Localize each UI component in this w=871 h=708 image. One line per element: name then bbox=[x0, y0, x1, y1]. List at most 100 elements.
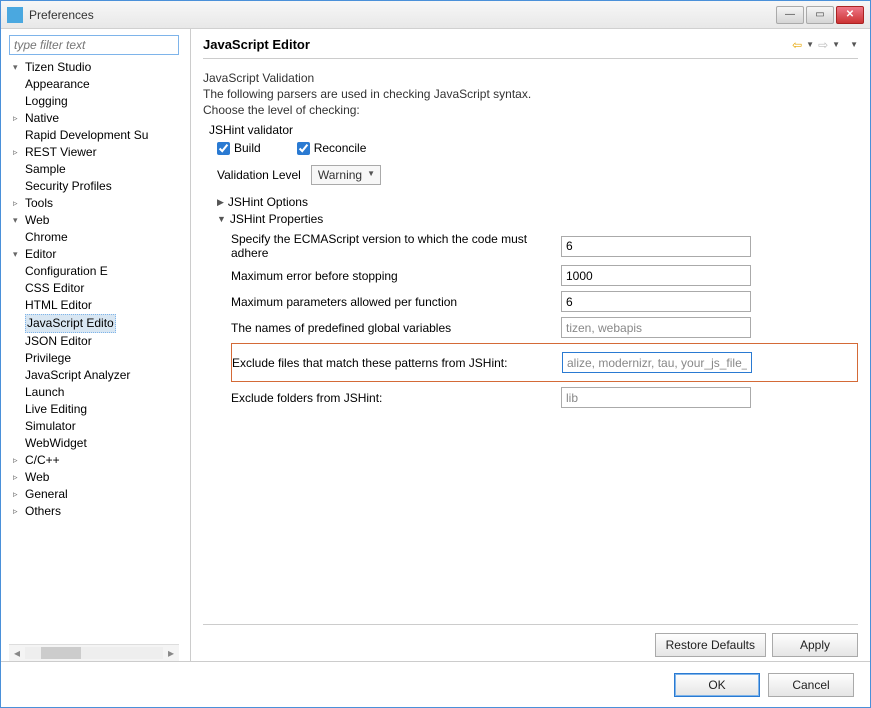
tree-item[interactable]: Live Editing bbox=[9, 401, 190, 418]
tree-item[interactable]: Sample bbox=[9, 161, 190, 178]
tree-item-label: Tizen Studio bbox=[25, 59, 91, 76]
tree-item[interactable]: Logging bbox=[9, 93, 190, 110]
chevron-right-icon: ▶ bbox=[217, 197, 224, 208]
exclude-files-row: Exclude files that match these patterns … bbox=[232, 352, 857, 373]
tree-item[interactable]: ▹Native bbox=[9, 110, 190, 127]
tree-item[interactable]: Configuration E bbox=[9, 263, 190, 280]
tree-item[interactable]: ▾Editor bbox=[9, 246, 190, 263]
ecma-input[interactable] bbox=[561, 236, 751, 257]
window-title: Preferences bbox=[29, 8, 94, 22]
tree-item[interactable]: Appearance bbox=[9, 76, 190, 93]
validation-section: JavaScript Validation The following pars… bbox=[203, 71, 858, 413]
validation-level-select[interactable]: Warning bbox=[311, 165, 381, 185]
collapsed-icon[interactable]: ▹ bbox=[13, 503, 23, 520]
exclude-folders-input[interactable] bbox=[561, 387, 751, 408]
globals-input[interactable] bbox=[561, 317, 751, 338]
tree-item[interactable]: ▹REST Viewer bbox=[9, 144, 190, 161]
jshint-properties-expander[interactable]: ▼ JSHint Properties bbox=[217, 212, 858, 226]
validation-desc1: The following parsers are used in checki… bbox=[203, 87, 858, 101]
expanded-icon[interactable]: ▾ bbox=[13, 246, 23, 263]
collapsed-icon[interactable]: ▹ bbox=[13, 144, 23, 161]
tree-item[interactable]: Simulator bbox=[9, 418, 190, 435]
tree-item[interactable]: Privilege bbox=[9, 350, 190, 367]
tree-item-label: JSON Editor bbox=[25, 333, 92, 350]
tree-item-label: Tools bbox=[25, 195, 53, 212]
scroll-left-icon[interactable]: ◂ bbox=[9, 646, 25, 660]
tree-item[interactable]: ▹Web bbox=[9, 469, 190, 486]
tree-item[interactable]: HTML Editor bbox=[9, 297, 190, 314]
maxerr-row: Maximum error before stopping bbox=[231, 265, 858, 286]
tree-item-label: WebWidget bbox=[25, 435, 87, 452]
tree-item[interactable]: JavaScript Analyzer bbox=[9, 367, 190, 384]
ok-button[interactable]: OK bbox=[674, 673, 760, 697]
expanded-icon[interactable]: ▾ bbox=[13, 59, 23, 76]
tree-item-label: Sample bbox=[25, 161, 66, 178]
scroll-track[interactable] bbox=[25, 647, 163, 659]
tree-item-label: Web bbox=[25, 212, 49, 229]
tree-item[interactable]: CSS Editor bbox=[9, 280, 190, 297]
scroll-right-icon[interactable]: ▸ bbox=[163, 646, 179, 660]
collapsed-icon[interactable]: ▹ bbox=[13, 469, 23, 486]
tree-item[interactable]: Chrome bbox=[9, 229, 190, 246]
scroll-thumb[interactable] bbox=[41, 647, 81, 659]
tree-item[interactable]: ▾Web bbox=[9, 212, 190, 229]
exclude-files-input[interactable] bbox=[562, 352, 752, 373]
tree-item[interactable]: WebWidget bbox=[9, 435, 190, 452]
tree-item-label: Appearance bbox=[25, 76, 90, 93]
reconcile-text: Reconcile bbox=[314, 141, 367, 155]
exclude-files-highlight: Exclude files that match these patterns … bbox=[231, 343, 858, 382]
validator-group-title: JSHint validator bbox=[209, 123, 858, 137]
tree-item-label: C/C++ bbox=[25, 452, 60, 469]
preference-tree[interactable]: ▾Tizen StudioAppearanceLogging▹NativeRap… bbox=[9, 59, 190, 640]
apply-button[interactable]: Apply bbox=[772, 633, 858, 657]
collapsed-icon[interactable]: ▹ bbox=[13, 452, 23, 469]
tree-item[interactable]: Launch bbox=[9, 384, 190, 401]
tree-item-label: Chrome bbox=[25, 229, 68, 246]
collapsed-icon[interactable]: ▹ bbox=[13, 110, 23, 127]
tree-item[interactable]: ▹Others bbox=[9, 503, 190, 520]
tree-item[interactable]: ▹General bbox=[9, 486, 190, 503]
maxerr-label: Maximum error before stopping bbox=[231, 269, 561, 283]
tree-item-label: Simulator bbox=[25, 418, 76, 435]
tree-item-label: REST Viewer bbox=[25, 144, 97, 161]
collapsed-icon[interactable]: ▹ bbox=[13, 195, 23, 212]
tree-item-label: HTML Editor bbox=[25, 297, 92, 314]
tree-item-label: Editor bbox=[25, 246, 56, 263]
menu-dropdown-icon[interactable]: ▼ bbox=[850, 40, 858, 49]
nav-arrows: ⇦ ▼ ⇨ ▼ ▼ bbox=[792, 38, 858, 52]
filter-input[interactable] bbox=[9, 35, 179, 55]
maximize-button[interactable]: ▭ bbox=[806, 6, 834, 24]
tree-item[interactable]: ▾Tizen Studio bbox=[9, 59, 190, 76]
reconcile-checkbox-label[interactable]: Reconcile bbox=[297, 141, 367, 155]
tree-item[interactable]: Security Profiles bbox=[9, 178, 190, 195]
tree-item[interactable]: JavaScript Edito bbox=[9, 314, 190, 333]
build-checkbox-label[interactable]: Build bbox=[217, 141, 261, 155]
sidebar-hscroll[interactable]: ◂ ▸ bbox=[9, 644, 179, 661]
cancel-button[interactable]: Cancel bbox=[768, 673, 854, 697]
forward-dropdown-icon[interactable]: ▼ bbox=[832, 40, 840, 49]
tree-item[interactable]: ▹Tools bbox=[9, 195, 190, 212]
forward-arrow-icon[interactable]: ⇨ bbox=[818, 38, 828, 52]
restore-defaults-button[interactable]: Restore Defaults bbox=[655, 633, 766, 657]
build-checkbox[interactable] bbox=[217, 142, 230, 155]
exclude-folders-row: Exclude folders from JSHint: bbox=[231, 387, 858, 408]
tree-item[interactable]: ▹C/C++ bbox=[9, 452, 190, 469]
reconcile-checkbox[interactable] bbox=[297, 142, 310, 155]
back-arrow-icon[interactable]: ⇦ bbox=[792, 38, 802, 52]
expanded-icon[interactable]: ▾ bbox=[13, 212, 23, 229]
collapsed-icon[interactable]: ▹ bbox=[13, 486, 23, 503]
tree-item[interactable]: Rapid Development Su bbox=[9, 127, 190, 144]
tree-item[interactable]: JSON Editor bbox=[9, 333, 190, 350]
validation-heading: JavaScript Validation bbox=[203, 71, 858, 85]
tree-item-label: Launch bbox=[25, 384, 64, 401]
minimize-button[interactable]: — bbox=[776, 6, 804, 24]
tree-item-label: Security Profiles bbox=[25, 178, 112, 195]
tree-item-label: General bbox=[25, 486, 68, 503]
content-header: JavaScript Editor ⇦ ▼ ⇨ ▼ ▼ bbox=[203, 37, 858, 59]
close-button[interactable]: ✕ bbox=[836, 6, 864, 24]
maxparams-row: Maximum parameters allowed per function bbox=[231, 291, 858, 312]
maxerr-input[interactable] bbox=[561, 265, 751, 286]
maxparams-input[interactable] bbox=[561, 291, 751, 312]
jshint-options-expander[interactable]: ▶ JSHint Options bbox=[217, 195, 858, 209]
back-dropdown-icon[interactable]: ▼ bbox=[806, 40, 814, 49]
